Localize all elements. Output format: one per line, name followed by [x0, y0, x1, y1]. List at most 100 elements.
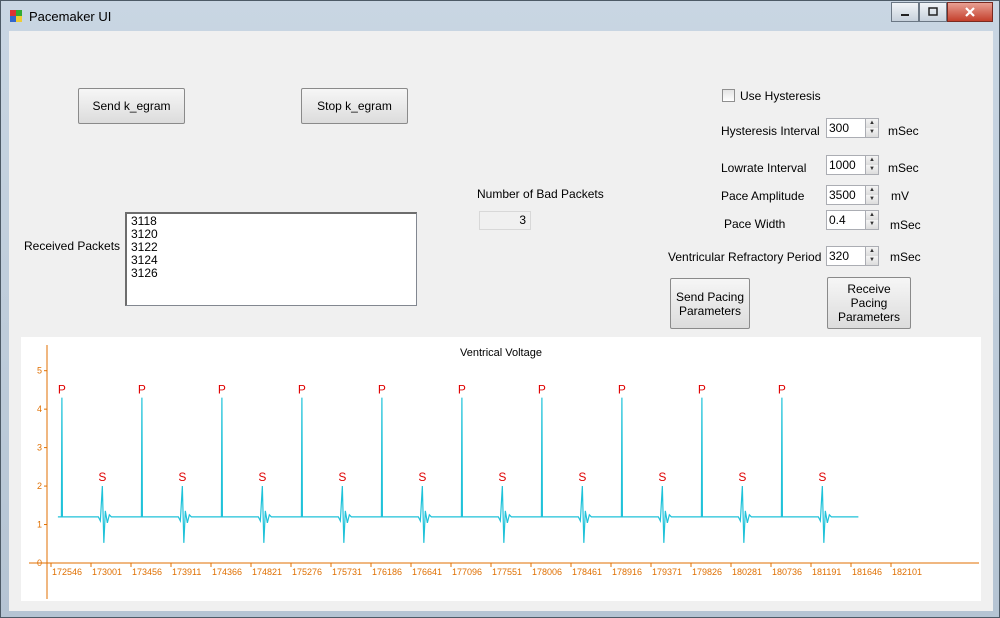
y-tick-label: 3: [37, 443, 42, 453]
use-hysteresis-label[interactable]: Use Hysteresis: [740, 89, 821, 103]
x-tick-label: 177096: [452, 567, 482, 577]
packet-list-item[interactable]: 3122: [131, 241, 412, 254]
spin-down-icon[interactable]: ▼: [866, 256, 878, 265]
spin-down-icon[interactable]: ▼: [866, 195, 878, 204]
lowrate-interval-value[interactable]: 1000: [826, 155, 866, 175]
x-tick-label: 181646: [852, 567, 882, 577]
x-tick-label: 182101: [892, 567, 922, 577]
p-peak-label: P: [58, 383, 66, 397]
x-tick-label: 176186: [372, 567, 402, 577]
hysteresis-interval-label: Hysteresis Interval: [721, 124, 820, 138]
s-peak-label: S: [338, 470, 346, 484]
bad-packets-value: 3: [479, 211, 531, 230]
s-peak-label: S: [418, 470, 426, 484]
pace-width-stepper[interactable]: 0.4 ▲ ▼: [826, 210, 879, 230]
y-tick-label: 2: [37, 481, 42, 491]
x-tick-label: 181191: [812, 567, 841, 577]
packet-list-item[interactable]: 3118: [131, 215, 412, 228]
pace-amplitude-stepper[interactable]: 3500 ▲ ▼: [826, 185, 879, 205]
s-peak-label: S: [498, 470, 506, 484]
y-tick-label: 0: [37, 558, 42, 568]
packet-list-item[interactable]: 3120: [131, 228, 412, 241]
spin-up-icon[interactable]: ▲: [866, 156, 878, 165]
pace-width-value[interactable]: 0.4: [826, 210, 866, 230]
use-hysteresis-checkbox[interactable]: [722, 89, 735, 102]
close-icon: [965, 7, 975, 17]
x-tick-label: 178916: [612, 567, 642, 577]
receive-pacing-parameters-button[interactable]: Receive Pacing Parameters: [827, 277, 911, 329]
x-tick-label: 179371: [652, 567, 682, 577]
spin-down-icon[interactable]: ▼: [866, 128, 878, 137]
minimize-button[interactable]: [891, 2, 919, 22]
pace-amplitude-value[interactable]: 3500: [826, 185, 866, 205]
packet-list-item[interactable]: 3126: [131, 267, 412, 280]
x-tick-label: 180281: [732, 567, 762, 577]
bad-packets-label: Number of Bad Packets: [477, 187, 604, 201]
s-peak-label: S: [818, 470, 826, 484]
received-packets-list[interactable]: 3118 3120 3122 3124 3126: [125, 212, 417, 306]
title-bar[interactable]: Pacemaker UI: [1, 1, 1000, 31]
packet-list-item[interactable]: 3124: [131, 254, 412, 267]
p-peak-label: P: [298, 383, 306, 397]
vrp-unit: mSec: [890, 250, 921, 264]
client-area: Send k_egram Stop k_egram Received Packe…: [9, 31, 993, 611]
s-peak-label: S: [178, 470, 186, 484]
spin-down-icon[interactable]: ▼: [866, 165, 878, 174]
stop-egram-button[interactable]: Stop k_egram: [301, 88, 408, 124]
x-tick-label: 175731: [332, 567, 362, 577]
s-peak-label: S: [658, 470, 666, 484]
vrp-value[interactable]: 320: [826, 246, 866, 266]
pace-width-unit: mSec: [890, 218, 921, 232]
x-tick-label: 179826: [692, 567, 722, 577]
p-peak-label: P: [138, 383, 146, 397]
spin-up-icon[interactable]: ▲: [866, 247, 878, 256]
y-tick-label: 5: [37, 366, 42, 376]
maximize-button[interactable]: [919, 2, 947, 22]
vrp-stepper[interactable]: 320 ▲ ▼: [826, 246, 879, 266]
x-tick-label: 176641: [412, 567, 442, 577]
lowrate-interval-stepper[interactable]: 1000 ▲ ▼: [826, 155, 879, 175]
chart-svg: Ventrical Voltage 0 1 2 3 4 5 172546 173001 1734…: [29, 345, 979, 599]
spin-up-icon[interactable]: ▲: [866, 119, 878, 128]
app-window: Pacemaker UI Send k_egram Stop k_egram R…: [0, 0, 1000, 618]
x-tick-label: 180736: [772, 567, 802, 577]
p-peak-label: P: [378, 383, 386, 397]
hysteresis-interval-unit: mSec: [888, 124, 919, 138]
x-tick-label: 174366: [212, 567, 242, 577]
x-tick-label: 173456: [132, 567, 162, 577]
spin-up-icon[interactable]: ▲: [866, 186, 878, 195]
lowrate-interval-unit: mSec: [888, 161, 919, 175]
p-peak-label: P: [698, 383, 706, 397]
send-egram-button[interactable]: Send k_egram: [78, 88, 185, 124]
spin-down-icon[interactable]: ▼: [866, 220, 878, 229]
received-packets-label: Received Packets: [24, 239, 121, 253]
s-peak-label: S: [98, 470, 106, 484]
s-peak-label: S: [738, 470, 746, 484]
p-peak-label: P: [618, 383, 626, 397]
x-tick-label: 172546: [52, 567, 82, 577]
vrp-label: Ventricular Refractory Period: [668, 250, 822, 264]
close-button[interactable]: [947, 2, 993, 22]
window-title: Pacemaker UI: [29, 9, 112, 24]
lowrate-interval-label: Lowrate Interval: [721, 161, 807, 175]
s-peak-label: S: [258, 470, 266, 484]
maximize-icon: [928, 7, 938, 16]
send-pacing-parameters-button[interactable]: Send Pacing Parameters: [670, 278, 750, 329]
x-tick-label: 177551: [492, 567, 522, 577]
p-peak-label: P: [218, 383, 226, 397]
y-tick-label: 1: [37, 520, 42, 530]
x-tick-label: 173001: [92, 567, 122, 577]
p-peak-label: P: [778, 383, 786, 397]
x-tick-label: 173911: [172, 567, 201, 577]
pace-amplitude-unit: mV: [891, 189, 909, 203]
hysteresis-interval-stepper[interactable]: 300 ▲ ▼: [826, 118, 879, 138]
hysteresis-interval-value[interactable]: 300: [826, 118, 866, 138]
x-tick-label: 175276: [292, 567, 322, 577]
spin-up-icon[interactable]: ▲: [866, 211, 878, 220]
x-tick-label: 174821: [252, 567, 282, 577]
pace-amplitude-label: Pace Amplitude: [721, 189, 805, 203]
pace-width-label: Pace Width: [724, 217, 786, 231]
ventrical-voltage-chart: Ventrical Voltage 0 1 2 3 4 5 172546 173001 1734…: [21, 337, 981, 601]
x-tick-label: 178006: [532, 567, 562, 577]
y-tick-label: 4: [37, 404, 42, 414]
